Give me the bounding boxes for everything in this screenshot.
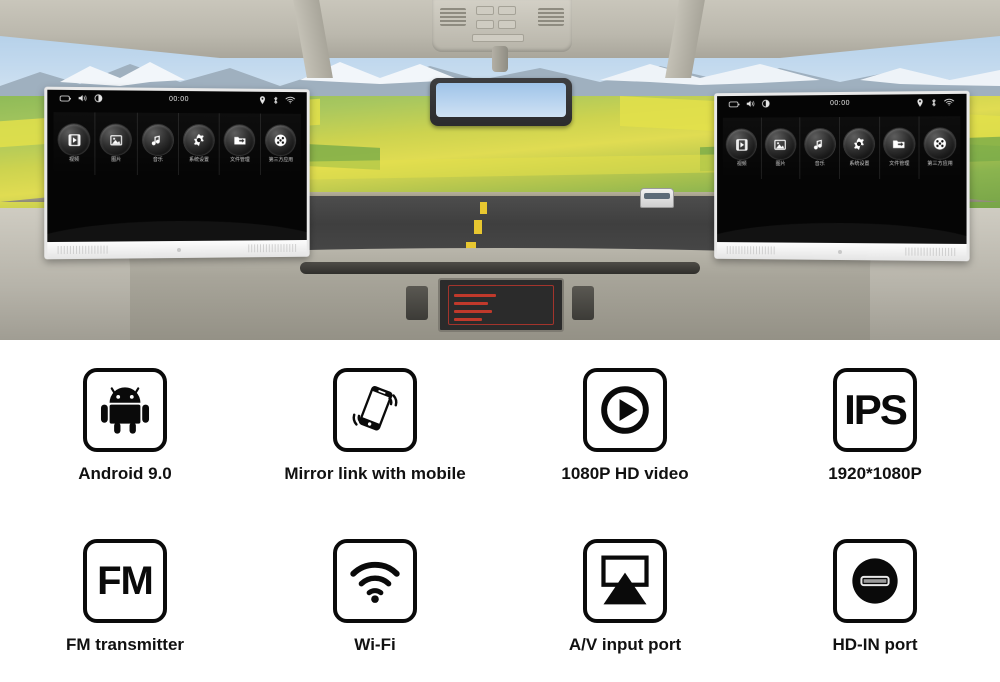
app-label-third-party: 第三方应用 [268,157,294,164]
feature-label-ips: 1920*1080P [828,463,922,483]
van-ahead [640,188,674,208]
android-robot-icon [83,367,167,452]
monitor-screen-right[interactable]: 00:00 视频 图片 音乐 系统设置 文件管理 第三方应用 [717,93,967,244]
ips-text-icon: IPS [833,367,917,452]
app-label-third-party: 第三方应用 [927,160,953,167]
app-item-file-manager[interactable]: 文件管理 [879,116,920,180]
app-item-music[interactable]: 音乐 [137,112,179,176]
headrest-monitor-left[interactable]: 00:00 视频 图片 音乐 系统设置 文件管理 第三方应用 [44,86,310,260]
app-item-photo[interactable]: 图片 [95,112,138,176]
mirror-stem [492,46,508,72]
status-bar-left: 00:00 [47,90,306,108]
play-circle-icon [583,367,667,452]
folder-icon [225,125,255,156]
app-item-settings[interactable]: 系统设置 [840,116,880,180]
app-item-third-party[interactable]: 第三方应用 [919,116,961,180]
overhead-console [432,0,572,52]
settings-icon [844,128,875,159]
monitor-bezel-right [717,242,967,262]
feature-label-android: Android 9.0 [78,463,172,483]
feature-hd-in: HD-IN port [750,538,1000,655]
feature-label-wifi: Wi-Fi [354,634,396,654]
feature-hd-video: 1080P HD video [500,367,750,484]
center-console-display [438,278,564,332]
app-grid-left[interactable]: 视频 图片 音乐 系统设置 文件管理 第三方应用 [53,112,301,176]
feature-grid: Android 9.0 Mirror link with mobile 1080… [0,340,1000,682]
photo-icon [765,129,796,160]
speaker-grille-left [726,246,776,255]
rearview-mirror [430,78,572,126]
av-input-icon [583,538,667,623]
hd-in-port-icon [833,538,917,623]
speaker-grille-left [57,245,109,255]
fm-text: FM [97,558,154,603]
dash-button-left [406,286,428,320]
status-bar-right: 00:00 [717,94,966,112]
app-item-video[interactable]: 视频 [722,117,762,179]
feature-label-fm: FM transmitter [65,634,185,654]
speaker-grille-right [905,247,957,257]
feature-label-hd-in: HD-IN port [832,634,918,654]
feature-av-input: A/V input port [500,538,750,655]
folder-icon [884,128,915,159]
feature-label-av-input: A/V input port [568,634,682,654]
feature-label-mirror-link: Mirror link with mobile [284,463,466,483]
feature-mirror-link: Mirror link with mobile [250,367,500,484]
hero-photo: 00:00 视频 图片 音乐 系统设置 文件管理 第三方应用 00:00 视频 … [0,0,1000,340]
app-grid-right[interactable]: 视频 图片 音乐 系统设置 文件管理 第三方应用 [722,116,961,180]
video-icon [58,124,90,155]
app-label-photo: 图片 [111,156,122,163]
feature-fm: FM FM transmitter [0,538,250,655]
home-button-right[interactable] [838,249,842,254]
app-label-music: 音乐 [152,156,163,163]
app-label-settings: 系统设置 [189,157,209,164]
headrest-monitor-right[interactable]: 00:00 视频 图片 音乐 系统设置 文件管理 第三方应用 [714,90,970,262]
app-item-third-party[interactable]: 第三方应用 [260,113,301,175]
dash-button-right [572,286,594,320]
mirror-link-icon [333,367,417,452]
wifi-icon [333,538,417,623]
app-label-file-manager: 文件管理 [889,160,910,167]
app-label-file-manager: 文件管理 [230,157,250,164]
speaker-grille-right [248,244,298,253]
fm-text-icon: FM [83,538,167,623]
app-item-file-manager[interactable]: 文件管理 [220,113,261,175]
photo-icon [100,124,132,155]
monitor-bezel-left [47,239,307,260]
app-label-photo: 图片 [775,161,786,168]
feature-wifi: Wi-Fi [250,538,500,655]
app-label-music: 音乐 [814,161,825,168]
app-item-video[interactable]: 视频 [53,112,96,176]
feature-label-hd-video: 1080P HD video [561,463,689,483]
feature-android: Android 9.0 [0,367,250,484]
app-label-settings: 系统设置 [849,160,870,167]
home-button-left[interactable] [177,247,181,252]
music-icon [142,124,173,155]
feature-ips: IPS 1920*1080P [750,367,1000,484]
app-item-music[interactable]: 音乐 [800,117,840,179]
monitor-screen-left[interactable]: 00:00 视频 图片 音乐 系统设置 文件管理 第三方应用 [47,89,307,243]
video-icon [727,129,757,160]
ips-text: IPS [844,385,908,433]
app-item-photo[interactable]: 图片 [761,117,801,179]
app-label-video: 视频 [69,156,80,163]
app-label-video: 视频 [736,161,747,168]
app-item-settings[interactable]: 系统设置 [178,112,221,175]
settings-icon [184,125,214,156]
music-icon [804,129,835,160]
dashboard-trim [300,262,700,274]
apps-icon [924,128,956,159]
apps-icon [266,125,296,156]
